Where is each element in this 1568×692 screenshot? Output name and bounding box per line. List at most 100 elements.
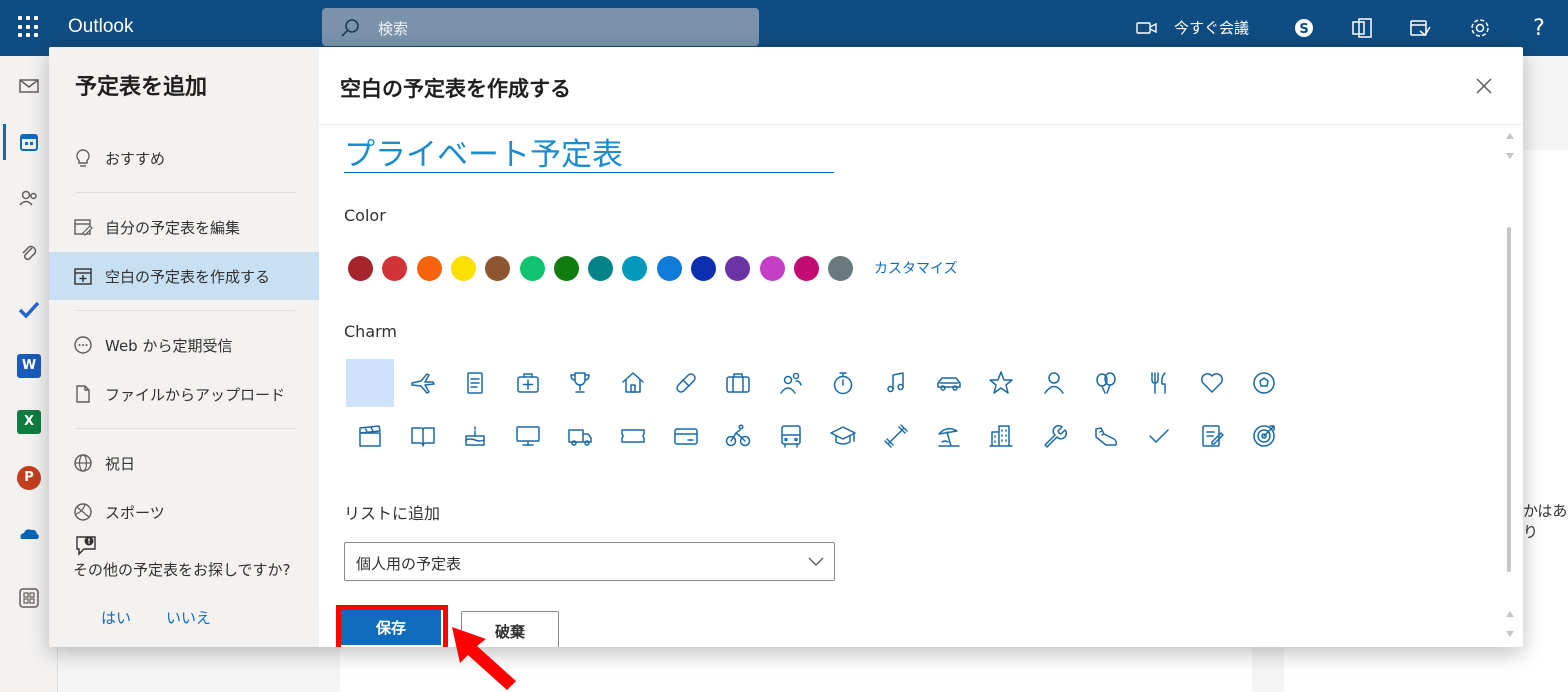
color-swatch[interactable]: [622, 256, 648, 281]
sneaker-icon: [1095, 427, 1118, 446]
excel-icon[interactable]: X: [17, 410, 41, 434]
app-launcher-icon[interactable]: [18, 16, 40, 38]
fork-knife-icon: [1151, 372, 1166, 394]
charm-cake[interactable]: [451, 412, 499, 460]
charm-people[interactable]: [767, 359, 815, 407]
scrollbar-thumb[interactable]: [1507, 227, 1511, 572]
close-icon[interactable]: [1473, 75, 1495, 97]
charm-bandage[interactable]: [662, 359, 710, 407]
lightbulb-icon: [73, 148, 93, 168]
attachment-icon[interactable]: [17, 242, 41, 266]
charm-graduation-cap[interactable]: [819, 412, 867, 460]
word-icon[interactable]: W: [17, 354, 41, 378]
nav-subscribe-web[interactable]: Web から定期受信: [49, 321, 319, 369]
charm-heart[interactable]: [1188, 359, 1236, 407]
nav-holidays[interactable]: 祝日: [49, 439, 319, 487]
airplane-icon: [410, 373, 435, 394]
charm-beach[interactable]: [925, 412, 973, 460]
home-icon: [622, 372, 644, 393]
charm-cyclist[interactable]: [714, 412, 762, 460]
charm-person[interactable]: [1030, 359, 1078, 407]
charm-star[interactable]: [977, 359, 1025, 407]
office-icon[interactable]: [1350, 16, 1374, 40]
people-icon[interactable]: [17, 186, 41, 210]
search-box[interactable]: 検索: [322, 8, 759, 46]
color-swatch[interactable]: [519, 256, 545, 281]
my-day-icon[interactable]: [1408, 16, 1432, 40]
charm-notes[interactable]: [1188, 412, 1236, 460]
charm-ticket[interactable]: [609, 412, 657, 460]
monitor-icon: [516, 426, 540, 446]
color-swatch[interactable]: [828, 256, 854, 281]
nav-sports[interactable]: スポーツ: [49, 488, 319, 536]
nav-recommended[interactable]: おすすめ: [49, 134, 319, 182]
charm-balloon[interactable]: [1082, 359, 1130, 407]
feedback-yes-link[interactable]: はい: [101, 607, 131, 628]
charm-book[interactable]: [399, 412, 447, 460]
onedrive-icon[interactable]: [17, 522, 41, 546]
settings-gear-icon[interactable]: [1468, 16, 1492, 40]
wallet-icon: [673, 428, 698, 445]
target-icon: [1253, 425, 1275, 447]
charm-soccer[interactable]: [1240, 359, 1288, 407]
charm-trophy[interactable]: [556, 359, 604, 407]
charm-none[interactable]: [346, 359, 394, 407]
color-swatch[interactable]: [759, 256, 785, 281]
nav-edit-calendars[interactable]: 自分の予定表を編集: [49, 203, 319, 251]
color-swatch[interactable]: [450, 256, 476, 281]
color-swatch[interactable]: [416, 256, 442, 281]
charm-home[interactable]: [609, 359, 657, 407]
charm-airplane[interactable]: [399, 359, 447, 407]
charm-wallet[interactable]: [662, 412, 710, 460]
meet-now-button[interactable]: 今すぐ会議: [1136, 17, 1249, 38]
charm-stopwatch[interactable]: [819, 359, 867, 407]
powerpoint-icon[interactable]: P: [17, 466, 41, 490]
mail-icon[interactable]: [17, 74, 41, 98]
charm-fork-knife[interactable]: [1135, 359, 1183, 407]
nav-upload-file[interactable]: ファイルからアップロード: [49, 370, 319, 418]
help-icon[interactable]: ?: [1527, 16, 1551, 41]
charm-music[interactable]: [872, 359, 920, 407]
charm-dumbbell[interactable]: [872, 412, 920, 460]
charm-wrench[interactable]: [1030, 412, 1078, 460]
video-camera-icon: [1136, 21, 1157, 34]
scroll-up-icon[interactable]: [1506, 133, 1514, 139]
color-swatch[interactable]: [588, 256, 614, 281]
color-swatch[interactable]: [382, 256, 408, 281]
color-swatch[interactable]: [553, 256, 579, 281]
charm-checkmark[interactable]: [1135, 412, 1183, 460]
charm-building[interactable]: [977, 412, 1025, 460]
color-swatch[interactable]: [793, 256, 819, 281]
app-name[interactable]: Outlook: [68, 16, 133, 38]
calendar-icon[interactable]: [17, 130, 41, 154]
scroll-up-icon[interactable]: [1506, 611, 1514, 617]
charm-truck[interactable]: [556, 412, 604, 460]
todo-icon[interactable]: [17, 298, 41, 322]
charm-car[interactable]: [925, 359, 973, 407]
customize-color-link[interactable]: カスタマイズ: [874, 258, 958, 278]
color-swatch[interactable]: [348, 256, 373, 281]
beach-icon: [937, 427, 960, 447]
color-swatch[interactable]: [691, 256, 716, 281]
color-swatch[interactable]: [725, 256, 751, 281]
color-swatch[interactable]: [485, 256, 511, 281]
color-swatch[interactable]: [656, 256, 682, 281]
charm-sneaker[interactable]: [1082, 412, 1130, 460]
search-placeholder: 検索: [378, 20, 409, 38]
scroll-down-icon[interactable]: [1506, 631, 1514, 637]
person-icon: [1044, 372, 1064, 394]
nav-create-blank[interactable]: 空白の予定表を作成する: [49, 252, 319, 300]
charm-bus[interactable]: [767, 412, 815, 460]
scroll-down-icon[interactable]: [1506, 153, 1514, 159]
feedback-no-link[interactable]: いいえ: [166, 607, 211, 628]
calendar-name-input[interactable]: プライベート予定表: [344, 129, 834, 173]
skype-icon[interactable]: S: [1292, 16, 1316, 40]
charm-briefcase[interactable]: [714, 359, 762, 407]
charm-monitor[interactable]: [504, 412, 552, 460]
charm-notepad[interactable]: [451, 359, 499, 407]
more-apps-icon[interactable]: [17, 586, 41, 610]
charm-first-aid[interactable]: [504, 359, 552, 407]
calendar-list-dropdown[interactable]: 個人用の予定表: [344, 542, 835, 581]
charm-target[interactable]: [1240, 412, 1288, 460]
charm-clapperboard[interactable]: [346, 412, 394, 460]
